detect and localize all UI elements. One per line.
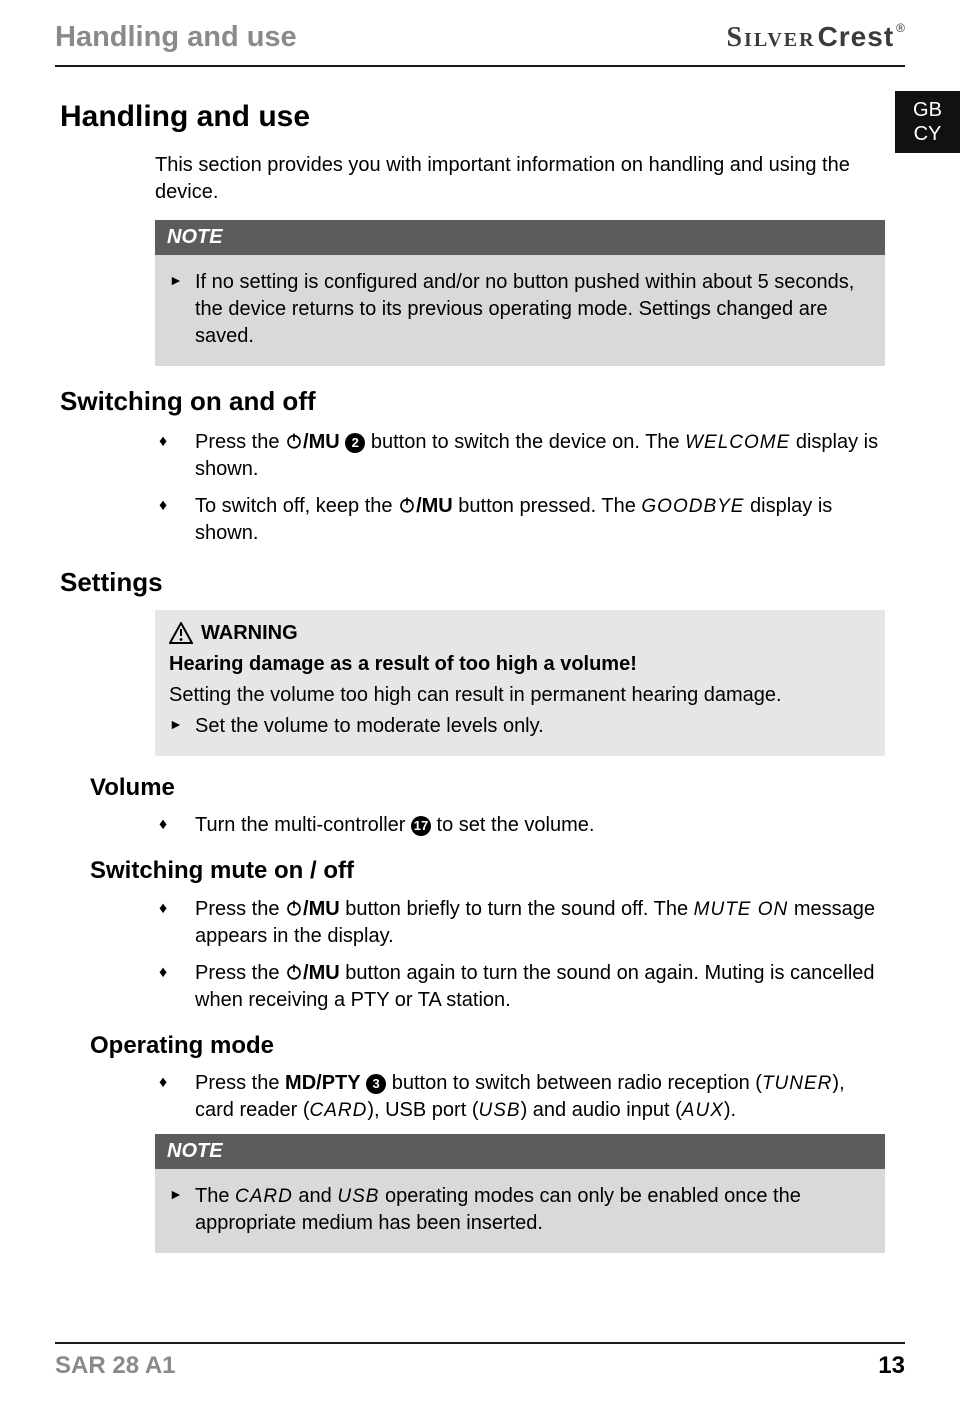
settings-heading: Settings bbox=[60, 565, 900, 600]
warning-block: WARNING Hearing damage as a result of to… bbox=[155, 610, 885, 756]
opmode-heading: Operating mode bbox=[90, 1030, 900, 1062]
power-icon bbox=[285, 899, 303, 917]
intro-block: This section provides you with important… bbox=[155, 152, 885, 366]
warning-bold: Hearing damage as a result of too high a… bbox=[169, 651, 871, 678]
locale-line-2: CY bbox=[914, 122, 942, 146]
running-title: Handling and use bbox=[55, 18, 297, 57]
switch-off-item: To switch off, keep the /MU button press… bbox=[155, 493, 885, 547]
note-bar-1: NOTE bbox=[155, 220, 885, 255]
badge-2: 2 bbox=[345, 433, 365, 453]
switching-heading: Switching on and off bbox=[60, 384, 900, 419]
note2-list: The CARD and USB operating modes can onl… bbox=[169, 1183, 871, 1237]
warning-text: Setting the volume too high can result i… bbox=[169, 682, 871, 709]
brand-logo: SilverCrest® bbox=[726, 18, 905, 57]
page-number: 13 bbox=[878, 1350, 905, 1382]
page-body: GB CY Handling and use This section prov… bbox=[0, 67, 960, 1253]
model-code: SAR 28 A1 bbox=[55, 1350, 176, 1382]
page-footer: SAR 28 A1 13 bbox=[0, 1342, 960, 1382]
goodbye-display: GOODBYE bbox=[641, 496, 744, 517]
locale-chip: GB CY bbox=[895, 91, 960, 153]
power-icon bbox=[398, 496, 416, 514]
warning-header: WARNING bbox=[169, 620, 871, 647]
brand-crest: Crest bbox=[818, 18, 895, 56]
note-callout-1: If no setting is configured and/or no bu… bbox=[155, 255, 885, 366]
brand-silver: Silver bbox=[726, 19, 815, 57]
power-icon bbox=[285, 963, 303, 981]
warning-icon bbox=[169, 622, 193, 644]
locale-line-1: GB bbox=[913, 98, 942, 122]
note2-block: NOTE The CARD and USB operating modes ca… bbox=[155, 1134, 885, 1253]
intro-text: This section provides you with important… bbox=[155, 152, 885, 206]
mute-heading: Switching mute on / off bbox=[90, 855, 900, 887]
welcome-display: WELCOME bbox=[685, 432, 790, 453]
warning-label: WARNING bbox=[201, 620, 298, 647]
note2-item: The CARD and USB operating modes can onl… bbox=[169, 1183, 871, 1237]
note-callout-2: The CARD and USB operating modes can onl… bbox=[155, 1169, 885, 1253]
opmode-list: Press the MD/PTY 3 button to switch betw… bbox=[155, 1070, 885, 1124]
mute-item-2: Press the /MU button again to turn the s… bbox=[155, 960, 885, 1014]
warning-bullets: Set the volume to moderate levels only. bbox=[169, 713, 871, 740]
note-bar-2: NOTE bbox=[155, 1134, 885, 1169]
volume-heading: Volume bbox=[90, 772, 900, 804]
mute-on-display: MUTE ON bbox=[694, 899, 789, 920]
warning-callout: WARNING Hearing damage as a result of to… bbox=[155, 610, 885, 756]
power-icon bbox=[285, 432, 303, 450]
running-header: Handling and use SilverCrest® bbox=[0, 0, 960, 65]
warning-bullet-1: Set the volume to moderate levels only. bbox=[169, 713, 871, 740]
badge-17: 17 bbox=[411, 816, 431, 836]
switch-on-item: Press the /MU 2 button to switch the dev… bbox=[155, 429, 885, 483]
footer-rule bbox=[55, 1342, 905, 1344]
mute-list: Press the /MU button briefly to turn the… bbox=[155, 896, 885, 1014]
volume-item: Turn the multi-controller 17 to set the … bbox=[155, 812, 885, 839]
page-title: Handling and use bbox=[60, 97, 900, 138]
note-item-1: If no setting is configured and/or no bu… bbox=[169, 269, 871, 350]
mute-item-1: Press the /MU button briefly to turn the… bbox=[155, 896, 885, 950]
switching-list: Press the /MU 2 button to switch the dev… bbox=[155, 429, 885, 547]
opmode-item: Press the MD/PTY 3 button to switch betw… bbox=[155, 1070, 885, 1124]
volume-list: Turn the multi-controller 17 to set the … bbox=[155, 812, 885, 839]
badge-3: 3 bbox=[366, 1074, 386, 1094]
note-list-1: If no setting is configured and/or no bu… bbox=[169, 269, 871, 350]
brand-registered: ® bbox=[896, 20, 905, 36]
